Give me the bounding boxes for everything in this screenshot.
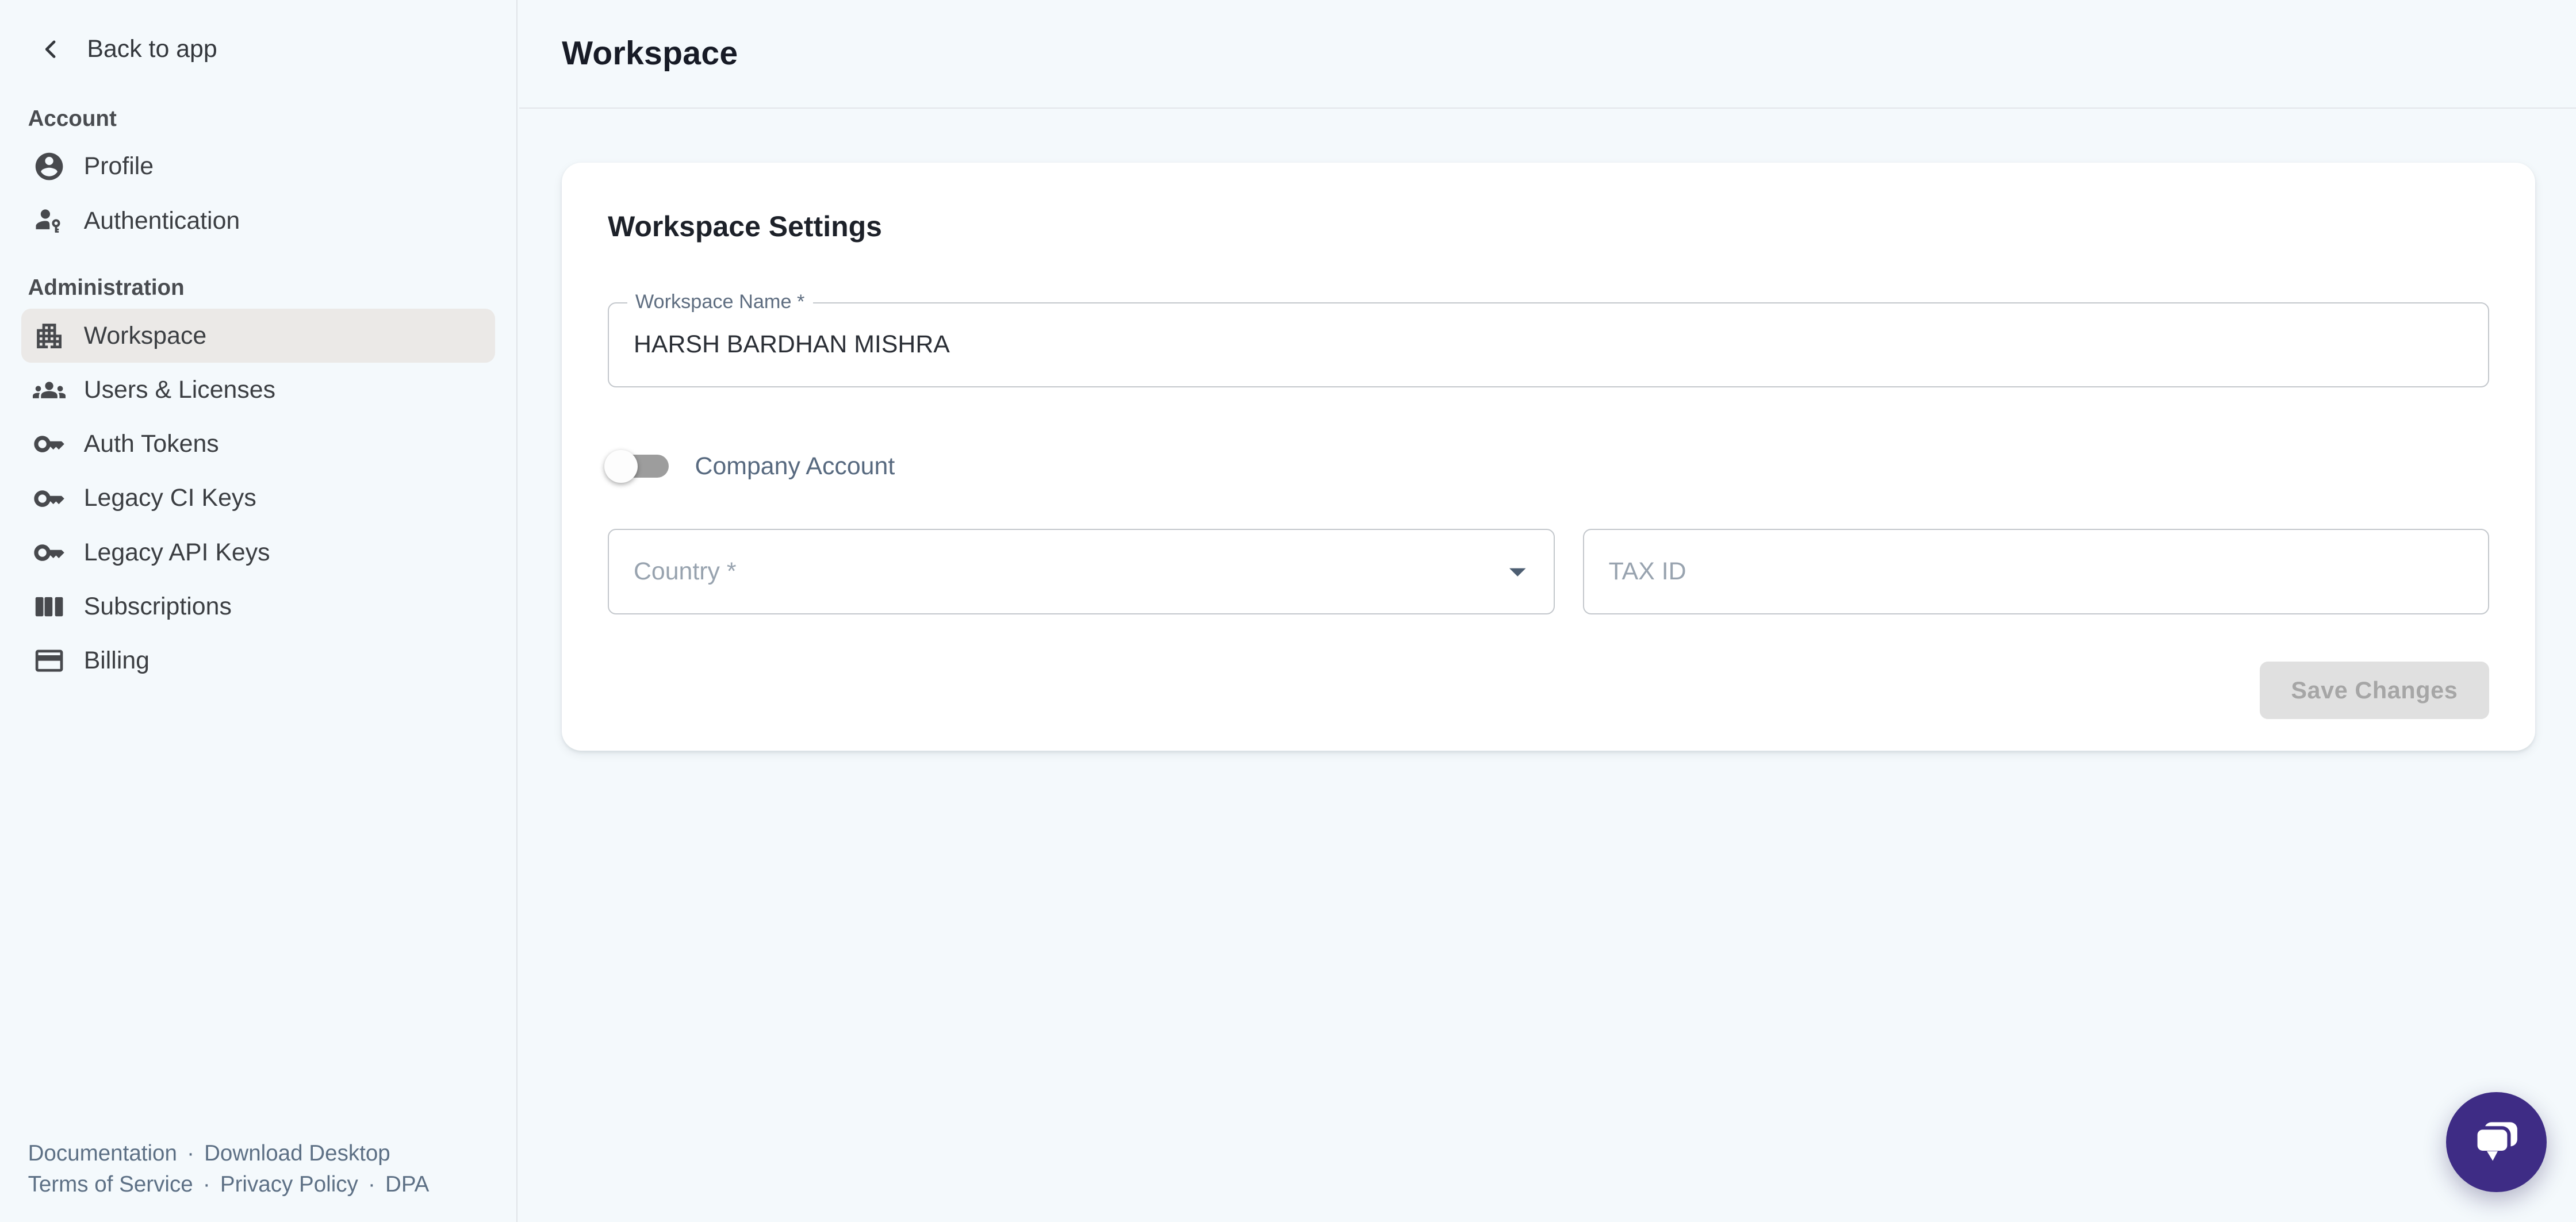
key-icon — [33, 482, 66, 515]
building-icon — [33, 320, 66, 352]
country-select[interactable]: Country * — [608, 529, 1555, 614]
documentation-link[interactable]: Documentation — [28, 1141, 177, 1166]
settings-sidebar: Back to app Account Profile Authenticati… — [0, 0, 518, 1222]
content-area: Workspace Settings Workspace Name * Comp… — [519, 109, 2576, 751]
workspace-name-label: Workspace Name * — [627, 290, 813, 313]
app-window: Back to app Account Profile Authenticati… — [0, 0, 2576, 1222]
groups-icon — [33, 374, 66, 406]
chevron-left-icon — [36, 34, 66, 64]
footer-separator: · — [177, 1141, 204, 1166]
sidebar-item-legacy-api-keys[interactable]: Legacy API Keys — [21, 525, 495, 579]
workspace-settings-card: Workspace Settings Workspace Name * Comp… — [562, 163, 2535, 751]
country-select-label: Country * — [634, 558, 737, 586]
card-actions: Save Changes — [608, 662, 2489, 719]
page-title: Workspace — [562, 34, 738, 72]
sidebar-item-label: Profile — [84, 152, 154, 181]
chat-bubbles-icon — [2470, 1116, 2523, 1168]
footer-row-2: Terms of Service·Privacy Policy·DPA — [28, 1169, 430, 1200]
sidebar-item-label: Legacy CI Keys — [84, 483, 256, 513]
footer-separator: · — [358, 1172, 385, 1197]
tax-id-input[interactable] — [1584, 530, 2488, 613]
sidebar-item-authentication[interactable]: Authentication — [21, 194, 495, 248]
main-header: Workspace — [519, 0, 2576, 109]
toggle-thumb — [604, 450, 637, 483]
country-tax-row: Country * — [608, 529, 2489, 614]
account-circle-icon — [33, 150, 66, 183]
sidebar-footer: Documentation·Download Desktop Terms of … — [28, 1138, 430, 1201]
key-icon — [33, 536, 66, 569]
back-to-app-button[interactable]: Back to app — [36, 26, 516, 72]
section-title-administration: Administration — [28, 274, 489, 302]
key-icon — [33, 428, 66, 460]
sidebar-item-subscriptions[interactable]: Subscriptions — [21, 580, 495, 634]
sidebar-item-label: Legacy API Keys — [84, 538, 270, 567]
company-account-row: Company Account — [608, 435, 2489, 498]
download-desktop-link[interactable]: Download Desktop — [204, 1141, 390, 1166]
footer-separator: · — [193, 1172, 220, 1197]
workspace-name-input[interactable] — [609, 303, 2487, 387]
sidebar-item-label: Workspace — [84, 321, 207, 351]
sidebar-item-label: Billing — [84, 646, 150, 675]
save-changes-button[interactable]: Save Changes — [2260, 662, 2489, 719]
card-title: Workspace Settings — [608, 205, 2489, 248]
chat-launcher-button[interactable] — [2446, 1092, 2546, 1192]
section-title-account: Account — [28, 105, 489, 133]
sidebar-item-profile[interactable]: Profile — [21, 140, 495, 194]
sidebar-item-billing[interactable]: Billing — [21, 634, 495, 688]
columns-icon — [33, 590, 66, 623]
main-area: Workspace Workspace Settings Workspace N… — [519, 0, 2576, 1222]
back-to-app-label: Back to app — [87, 35, 217, 63]
sidebar-item-legacy-ci-keys[interactable]: Legacy CI Keys — [21, 471, 495, 525]
company-account-toggle[interactable] — [608, 450, 670, 483]
sidebar-item-label: Authentication — [84, 206, 240, 236]
sidebar-item-auth-tokens[interactable]: Auth Tokens — [21, 417, 495, 471]
sidebar-item-label: Subscriptions — [84, 592, 232, 621]
privacy-policy-link[interactable]: Privacy Policy — [220, 1172, 358, 1197]
sidebar-item-users-licenses[interactable]: Users & Licenses — [21, 363, 495, 417]
dpa-link[interactable]: DPA — [385, 1172, 429, 1197]
sidebar-item-label: Auth Tokens — [84, 429, 219, 459]
sidebar-item-workspace[interactable]: Workspace — [21, 309, 495, 363]
company-account-label: Company Account — [695, 452, 895, 481]
footer-row-1: Documentation·Download Desktop — [28, 1138, 430, 1169]
sidebar-item-label: Users & Licenses — [84, 375, 275, 405]
terms-of-service-link[interactable]: Terms of Service — [28, 1172, 193, 1197]
credit-card-icon — [33, 644, 66, 677]
tax-id-field — [1583, 529, 2489, 614]
workspace-name-field: Workspace Name * — [608, 302, 2489, 388]
arrow-drop-down-icon — [1498, 552, 1538, 591]
person-key-icon — [33, 205, 66, 237]
